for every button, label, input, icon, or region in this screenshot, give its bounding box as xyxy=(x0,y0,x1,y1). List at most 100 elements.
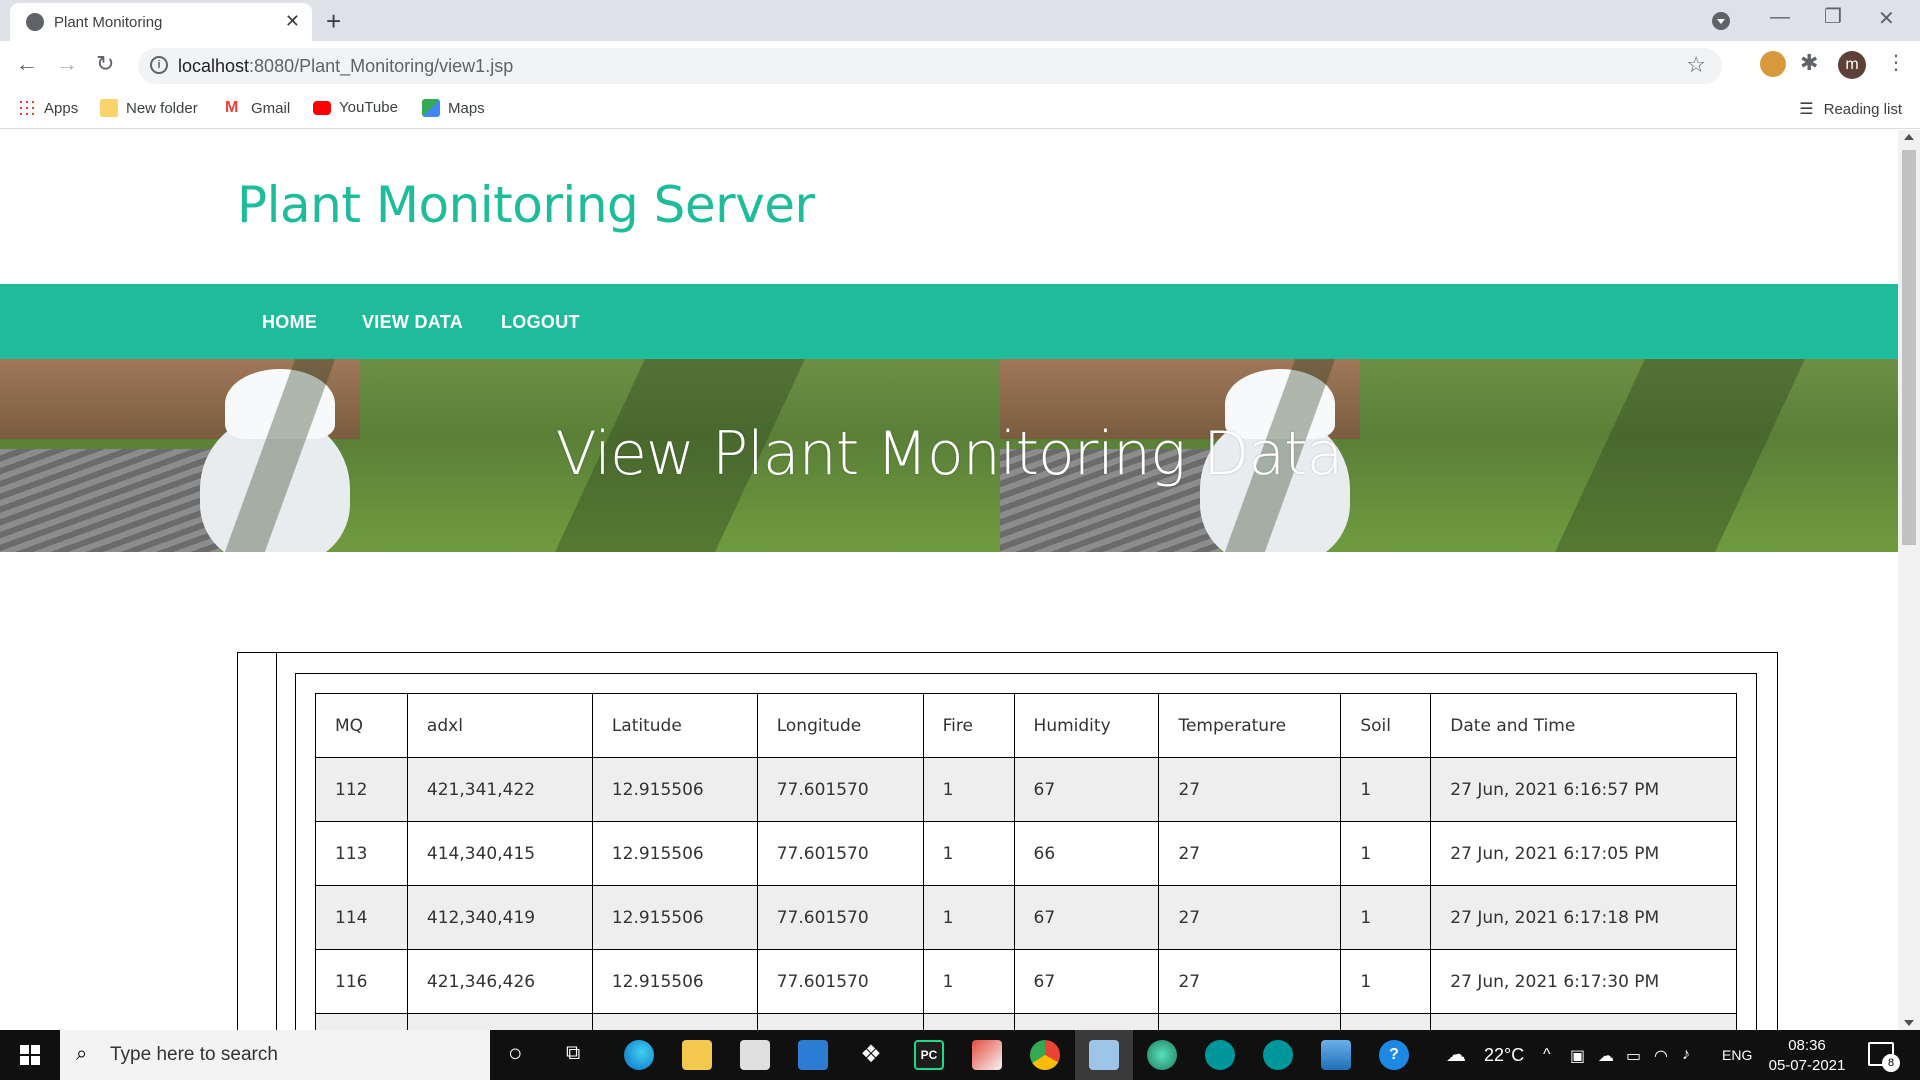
virtualbox-icon[interactable] xyxy=(1089,1040,1119,1070)
mail-icon[interactable] xyxy=(798,1040,828,1070)
table-cell: 113 xyxy=(315,821,408,886)
tray-chevron-icon[interactable]: ^ xyxy=(1543,1046,1551,1064)
meet-icon[interactable]: ▣ xyxy=(1570,1046,1585,1066)
profile-avatar[interactable]: m xyxy=(1838,51,1866,79)
taskbar-search[interactable]: ⌕ Type here to search xyxy=(60,1030,490,1080)
table-cell: 77.601570 xyxy=(756,821,924,886)
hero-banner: View Plant Monitoring Data xyxy=(0,359,1898,552)
language-indicator[interactable]: ENG xyxy=(1722,1047,1752,1063)
photos-icon[interactable] xyxy=(1321,1040,1351,1070)
bookmark-new-folder[interactable]: New folder xyxy=(100,99,198,117)
pycharm-icon[interactable]: PC xyxy=(914,1040,944,1070)
clock-time: 08:36 xyxy=(1788,1037,1826,1054)
tab-strip: Plant Monitoring ✕ + — ❐ ✕ xyxy=(0,0,1920,41)
browser-menu-icon[interactable]: ⋮ xyxy=(1886,50,1906,75)
weather-cloud-icon[interactable]: ☁ xyxy=(1446,1042,1466,1067)
table-row xyxy=(315,1013,1737,1030)
cookie-extension-icon[interactable] xyxy=(1760,51,1786,77)
new-tab-button[interactable]: + xyxy=(326,6,341,37)
table-cell: 27 xyxy=(1158,885,1342,950)
minimize-icon[interactable]: — xyxy=(1770,6,1790,29)
column-header: adxl xyxy=(406,693,593,758)
table-cell: 67 xyxy=(1013,949,1160,1014)
table-cell: 414,340,415 xyxy=(406,821,593,886)
forward-icon[interactable]: → xyxy=(56,51,78,77)
store-icon[interactable] xyxy=(740,1040,770,1070)
weather-temperature[interactable]: 22°C xyxy=(1484,1045,1524,1066)
dropbox-icon[interactable]: ❖ xyxy=(856,1040,886,1070)
reading-list-icon: ☰ xyxy=(1799,101,1814,118)
bookmark-star-icon[interactable]: ☆ xyxy=(1686,52,1706,78)
table-cell: 1 xyxy=(922,757,1015,822)
windows-start-icon[interactable] xyxy=(20,1045,40,1065)
site-info-icon[interactable]: i xyxy=(150,56,168,74)
table-row: 116 421,346,426 12.915506 77.601570 1 67… xyxy=(315,949,1737,1014)
address-bar[interactable]: i localhost:8080/Plant_Monitoring/view1.… xyxy=(138,48,1722,84)
scroll-thumb[interactable] xyxy=(1902,150,1916,545)
system-clock[interactable]: 08:36 05-07-2021 xyxy=(1764,1036,1850,1076)
table-cell: 1 xyxy=(1340,885,1432,950)
onedrive-icon[interactable]: ☁ xyxy=(1598,1046,1614,1066)
cortana-icon[interactable]: ○ xyxy=(508,1040,523,1068)
table-cell: 66 xyxy=(1013,821,1160,886)
notification-center-icon[interactable]: 8 xyxy=(1868,1042,1900,1072)
browser-tab[interactable]: Plant Monitoring ✕ xyxy=(10,3,312,41)
help-icon[interactable]: ? xyxy=(1379,1040,1409,1070)
bookmark-youtube[interactable]: YouTube xyxy=(313,99,398,116)
bookmark-maps[interactable]: Maps xyxy=(422,99,485,117)
search-placeholder: Type here to search xyxy=(110,1044,278,1065)
table-cell: 27 xyxy=(1158,757,1342,822)
table-cell: 12.915506 xyxy=(591,885,758,950)
clock-date: 05-07-2021 xyxy=(1768,1057,1846,1074)
nav-home[interactable]: HOME xyxy=(262,312,317,333)
banner-title: View Plant Monitoring Data xyxy=(555,419,1344,489)
restore-icon[interactable]: ❐ xyxy=(1824,4,1842,29)
pdf-icon[interactable] xyxy=(972,1040,1002,1070)
extensions-icon[interactable]: ✱ xyxy=(1800,51,1826,77)
nav-logout[interactable]: LOGOUT xyxy=(501,312,580,333)
table-header-row: MQ adxl Latitude Longitude Fire Humidity… xyxy=(315,693,1737,758)
battery-icon[interactable]: ▭ xyxy=(1626,1046,1641,1066)
close-tab-icon[interactable]: ✕ xyxy=(285,11,300,32)
apps-grid-icon xyxy=(18,99,36,117)
table-cell: 421,341,422 xyxy=(406,757,593,822)
page-scrollbar[interactable] xyxy=(1898,130,1920,1030)
column-header: MQ xyxy=(315,693,408,758)
tab-search-icon[interactable] xyxy=(1712,12,1730,30)
app-icon[interactable] xyxy=(1147,1040,1177,1070)
table-cell: 67 xyxy=(1013,885,1160,950)
scroll-up-icon[interactable] xyxy=(1904,134,1914,140)
reading-list-button[interactable]: ☰ Reading list xyxy=(1799,99,1902,119)
gmail-icon: M xyxy=(225,99,239,116)
wifi-icon[interactable]: ◠ xyxy=(1654,1046,1668,1066)
table-cell: 112 xyxy=(315,757,408,822)
window-close-icon[interactable]: ✕ xyxy=(1878,6,1895,31)
file-explorer-icon[interactable] xyxy=(682,1040,712,1070)
chrome-icon[interactable] xyxy=(1030,1040,1060,1070)
arduino-icon[interactable] xyxy=(1263,1040,1293,1070)
arduino-icon[interactable] xyxy=(1205,1040,1235,1070)
table-cell: 116 xyxy=(315,949,408,1014)
table-row: 114 412,340,419 12.915506 77.601570 1 67… xyxy=(315,885,1737,950)
volume-icon[interactable]: ♪ xyxy=(1682,1046,1690,1064)
column-header: Soil xyxy=(1340,693,1432,758)
data-table: MQ adxl Latitude Longitude Fire Humidity… xyxy=(315,693,1737,1030)
bookmark-gmail[interactable]: M Gmail xyxy=(225,99,290,117)
table-row: 112 421,341,422 12.915506 77.601570 1 67… xyxy=(315,757,1737,822)
back-icon[interactable]: ← xyxy=(16,51,38,77)
task-view-icon[interactable]: ⧉ xyxy=(566,1042,580,1065)
edge-icon[interactable] xyxy=(624,1040,654,1070)
youtube-icon xyxy=(313,100,331,115)
table-cell: 114 xyxy=(315,885,408,950)
url-text[interactable]: localhost:8080/Plant_Monitoring/view1.js… xyxy=(178,56,513,77)
column-header: Fire xyxy=(922,693,1015,758)
table-cell: 27 Jun, 2021 6:16:57 PM xyxy=(1430,757,1737,822)
main-nav: HOME VIEW DATA LOGOUT xyxy=(0,284,1898,359)
bookmark-apps[interactable]: Apps xyxy=(18,99,78,117)
scroll-down-icon[interactable] xyxy=(1904,1020,1914,1026)
table-cell: 1 xyxy=(922,821,1015,886)
table-cell: 27 Jun, 2021 6:17:05 PM xyxy=(1430,821,1737,886)
nav-view-data[interactable]: VIEW DATA xyxy=(362,312,463,333)
table-cell: 1 xyxy=(1340,821,1432,886)
reload-icon[interactable]: ↻ xyxy=(96,51,114,77)
